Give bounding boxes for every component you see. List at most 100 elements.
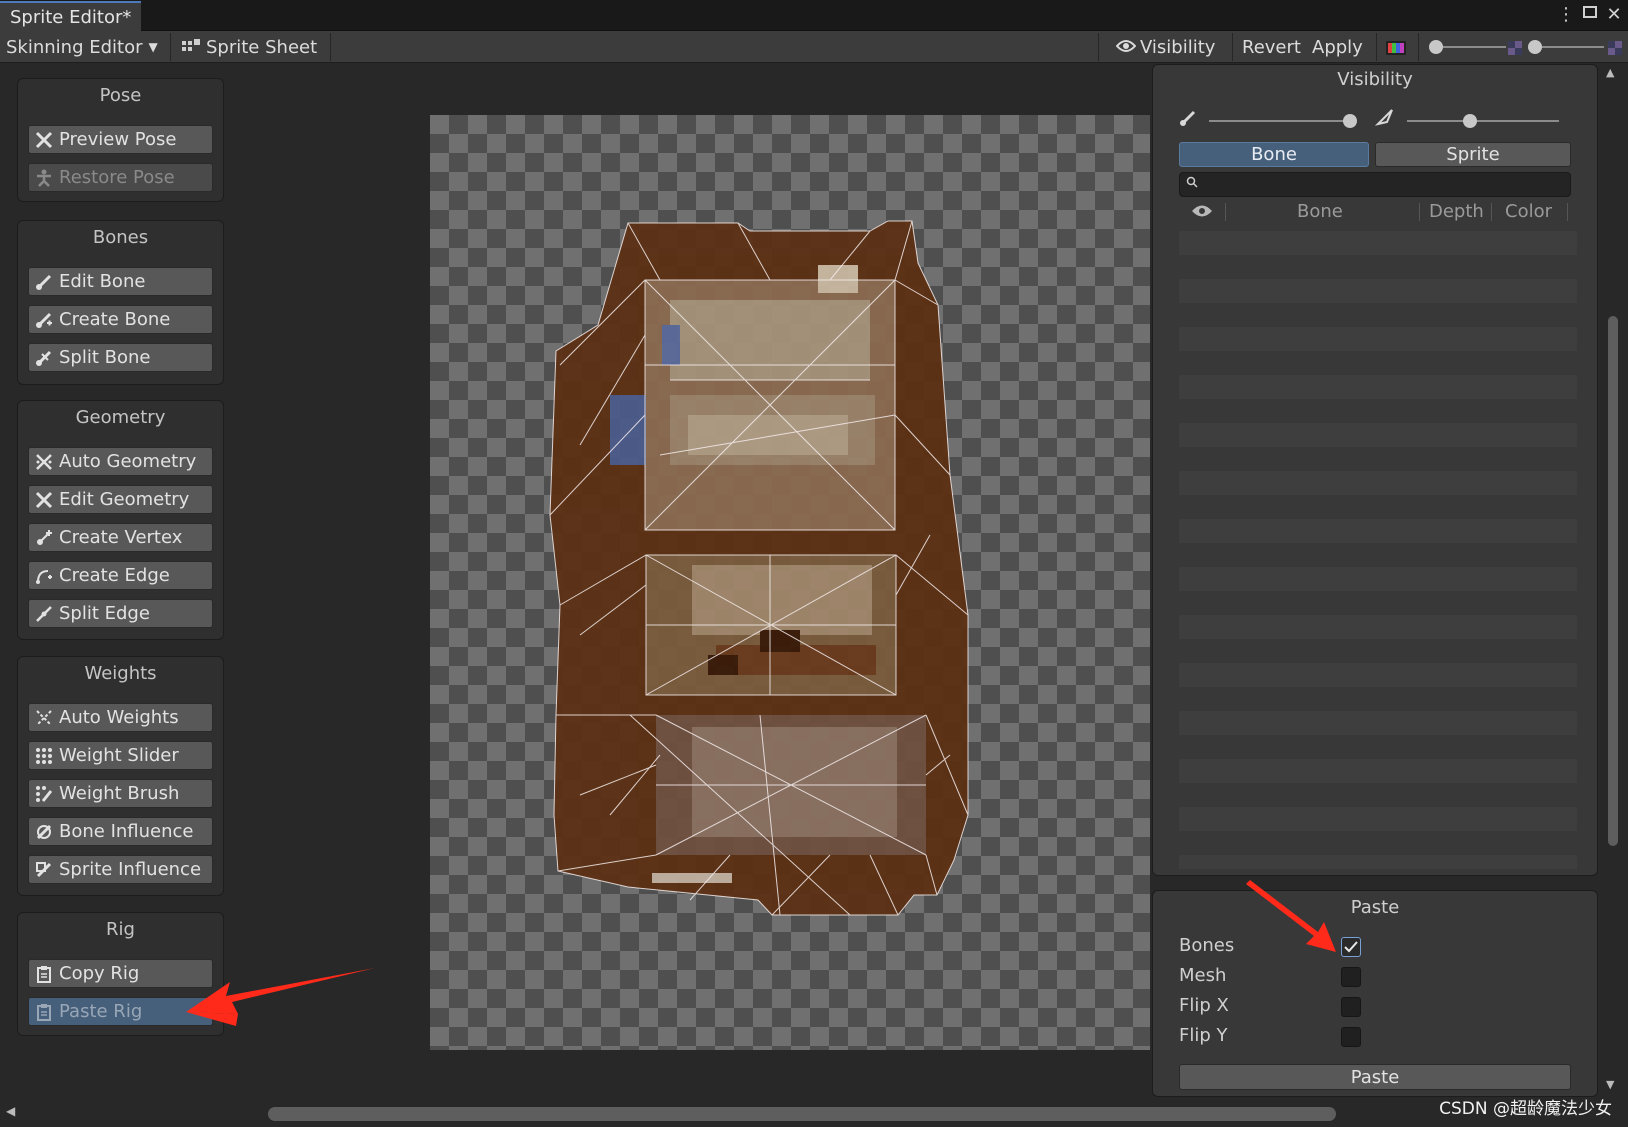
sprite-canvas[interactable] [430, 115, 1150, 1050]
button-label: Paste Rig [59, 1001, 143, 1022]
checker-icon [1608, 40, 1622, 59]
visibility-panel-title: Visibility [1337, 69, 1413, 90]
button-label: Paste [1350, 1066, 1400, 1088]
brightness-slider[interactable] [1434, 46, 1506, 48]
bone-opacity-icon [1179, 107, 1199, 131]
horizontal-scroll-thumb[interactable] [268, 1107, 1336, 1121]
vertical-scroll-thumb[interactable] [1608, 316, 1618, 846]
toolbar-divider [170, 33, 171, 61]
create-bone-button[interactable]: Create Bone [28, 305, 213, 334]
revert-button[interactable]: Revert [1236, 31, 1307, 63]
pose-panel: Pose Preview Pose Restore Pose [17, 78, 224, 202]
bones-panel: Bones Edit Bone Create Bone Split Bone [17, 220, 224, 385]
button-label: Restore Pose [59, 167, 175, 188]
copy-rig-button[interactable]: Copy Rig [28, 959, 213, 988]
tab-sprite[interactable]: Sprite [1375, 142, 1571, 167]
scroll-left-icon[interactable]: ◀ [6, 1104, 15, 1118]
list-row-stripe [1179, 423, 1577, 447]
mesh-opacity-slider-knob[interactable] [1463, 114, 1477, 128]
preview-pose-button[interactable]: Preview Pose [28, 125, 213, 154]
sprite-sheet-button[interactable]: Sprite Sheet [176, 31, 323, 63]
tab-bone[interactable]: Bone [1179, 142, 1369, 167]
apply-label: Apply [1312, 36, 1363, 58]
auto-weights-button[interactable]: Auto Weights [28, 703, 213, 732]
tab-sprite-editor[interactable]: Sprite Editor* [0, 1, 142, 31]
sprite-image [550, 221, 968, 915]
restore-pose-icon [33, 167, 55, 189]
column-divider [1225, 203, 1226, 221]
column-bone[interactable]: Bone [1297, 201, 1343, 222]
bones-checkbox[interactable] [1341, 937, 1361, 957]
mode-dropdown[interactable]: Skinning Editor ▼ [0, 31, 164, 63]
button-label: Weight Slider [59, 745, 179, 766]
list-row-stripe [1179, 807, 1577, 831]
button-label: Weight Brush [59, 783, 180, 804]
chevron-down-icon: ▼ [148, 40, 158, 54]
panel-title: Rig [106, 919, 135, 940]
alpha-slider-knob[interactable] [1528, 40, 1542, 54]
paste-button[interactable]: Paste [1179, 1064, 1571, 1090]
checker-icon [1508, 40, 1522, 59]
scroll-down-icon[interactable]: ▼ [1606, 1078, 1614, 1091]
bone-opacity-slider[interactable] [1209, 120, 1353, 122]
column-color[interactable]: Color [1505, 201, 1552, 222]
flip-x-checkbox[interactable] [1341, 997, 1361, 1017]
list-row-stripe [1179, 519, 1577, 543]
edit-bone-button[interactable]: Edit Bone [28, 267, 213, 296]
list-row-stripe [1179, 759, 1577, 783]
maximize-icon[interactable] [1578, 4, 1602, 25]
flip-y-checkbox[interactable] [1341, 1027, 1361, 1047]
weight-slider-button[interactable]: Weight Slider [28, 741, 213, 770]
split-bone-button[interactable]: Split Bone [28, 343, 213, 372]
bone-list-header: Bone Depth Color [1179, 199, 1577, 225]
mode-dropdown-label: Skinning Editor [6, 36, 143, 58]
auto-geometry-button[interactable]: Auto Geometry [28, 447, 213, 476]
auto-geometry-icon [33, 451, 55, 473]
button-label: Bone Influence [59, 821, 194, 842]
rig-panel: Rig Copy Rig Paste Rig [17, 912, 224, 1036]
button-label: Create Vertex [59, 527, 183, 548]
bone-influence-button[interactable]: Bone Influence [28, 817, 213, 846]
paste-panel-title: Paste [1350, 897, 1400, 918]
mesh-opacity-slider[interactable] [1407, 120, 1559, 122]
toolbar-divider [1376, 33, 1377, 61]
sprite-influence-button[interactable]: Sprite Influence [28, 855, 213, 884]
eye-icon [1115, 37, 1137, 58]
edit-geometry-button[interactable]: Edit Geometry [28, 485, 213, 514]
split-edge-icon [33, 603, 55, 625]
list-row-stripe [1179, 231, 1577, 255]
panel-title: Pose [99, 85, 142, 106]
apply-button[interactable]: Apply [1306, 31, 1369, 63]
paste-panel: Paste Bones Mesh Flip X Flip Y Paste [1152, 890, 1598, 1097]
scroll-up-icon[interactable]: ▲ [1606, 66, 1614, 79]
visibility-toggle[interactable]: Visibility [1110, 31, 1221, 63]
restore-pose-button[interactable]: Restore Pose [28, 163, 213, 192]
mesh-opacity-icon [1374, 107, 1395, 131]
bone-search-input[interactable] [1179, 172, 1571, 197]
create-edge-button[interactable]: Create Edge [28, 561, 213, 590]
list-row-stripe [1179, 279, 1577, 303]
close-icon[interactable]: ✕ [1602, 4, 1626, 25]
button-label: Preview Pose [59, 129, 177, 150]
bones-option-label: Bones [1179, 935, 1235, 956]
column-depth[interactable]: Depth [1429, 201, 1484, 222]
flip-x-option-label: Flip X [1179, 995, 1229, 1016]
mesh-option-label: Mesh [1179, 965, 1227, 986]
split-edge-button[interactable]: Split Edge [28, 599, 213, 628]
toolbar-divider [330, 33, 331, 61]
more-options-icon[interactable]: ⋮ [1554, 4, 1578, 25]
paste-rig-button[interactable]: Paste Rig [28, 997, 213, 1026]
bone-influence-icon [33, 821, 55, 843]
list-row-stripe [1179, 327, 1577, 351]
button-label: Sprite Influence [59, 859, 202, 880]
watermark: CSDN @超龄魔法少女 [1439, 1099, 1612, 1119]
vertical-scrollbar[interactable]: ▲ ▼ [1604, 64, 1622, 1094]
panel-title: Weights [84, 663, 157, 684]
create-vertex-button[interactable]: Create Vertex [28, 523, 213, 552]
mesh-checkbox[interactable] [1341, 967, 1361, 987]
brightness-slider-knob[interactable] [1429, 40, 1443, 54]
bone-opacity-slider-knob[interactable] [1343, 114, 1357, 128]
weight-brush-button[interactable]: Weight Brush [28, 779, 213, 808]
visibility-column-eye-icon[interactable] [1191, 203, 1213, 224]
color-mode-icon[interactable] [1386, 40, 1406, 59]
